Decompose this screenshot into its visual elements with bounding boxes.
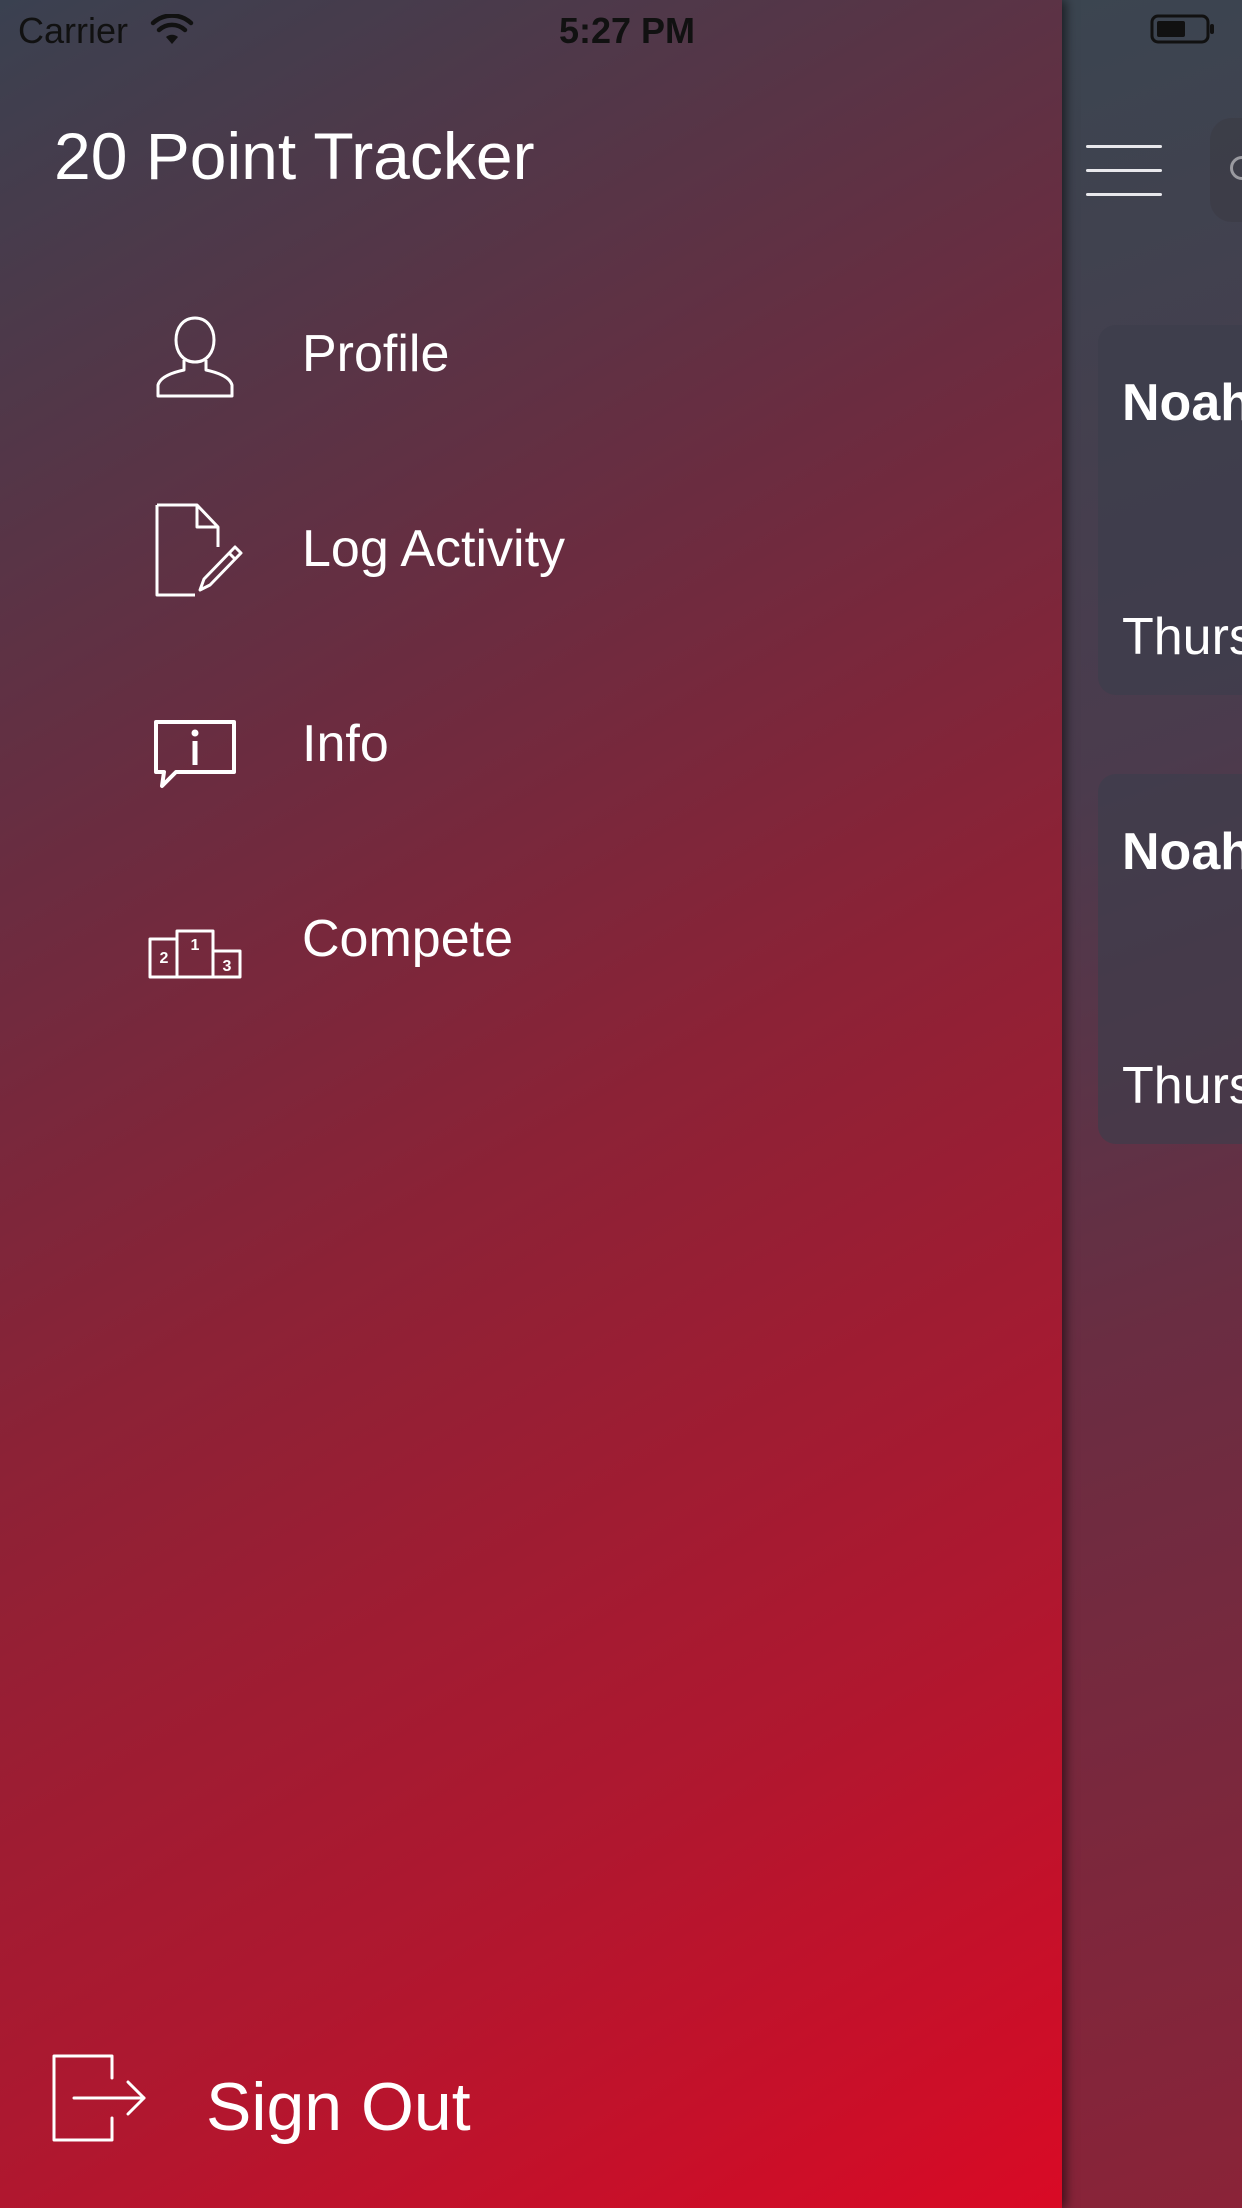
sign-out-icon xyxy=(52,2054,146,2142)
activity-card[interactable]: Noah Thurs xyxy=(1098,774,1242,1144)
menu-item-label: Profile xyxy=(302,325,450,383)
app-root: Noah Thurs Noah Thurs 20 Point Tracker P… xyxy=(0,0,1242,2208)
menu-item-profile[interactable]: Profile xyxy=(140,300,900,430)
battery-icon xyxy=(1150,14,1214,44)
menu-item-label: Compete xyxy=(302,910,513,968)
hamburger-icon[interactable] xyxy=(1086,145,1162,197)
side-menu-drawer: 20 Point Tracker Profile Log Activity In… xyxy=(0,0,1062,2208)
menu-item-label: Info xyxy=(302,715,389,773)
info-bubble-icon xyxy=(154,720,236,788)
menu-item-log-activity[interactable]: Log Activity xyxy=(140,495,900,625)
activity-card[interactable]: Noah Thurs xyxy=(1098,325,1242,695)
clock: 5:27 PM xyxy=(558,10,696,51)
document-edit-icon xyxy=(155,503,243,597)
menu-item-info[interactable]: Info xyxy=(140,690,900,820)
app-title: 20 Point Tracker xyxy=(54,119,535,193)
search-button[interactable] xyxy=(1210,118,1242,222)
sign-out-button[interactable]: Sign Out xyxy=(44,2048,644,2158)
status-bar: Carrier 5:27 PM xyxy=(0,0,1242,60)
main-screen-peek[interactable]: Noah Thurs Noah Thurs xyxy=(1062,0,1242,2208)
svg-text:1: 1 xyxy=(191,937,200,954)
podium-icon: 1 2 3 xyxy=(148,929,242,979)
card-day: Thurs xyxy=(1122,608,1242,666)
person-icon xyxy=(156,316,234,398)
search-icon xyxy=(1230,156,1242,180)
card-day: Thurs xyxy=(1122,1057,1242,1115)
sign-out-label: Sign Out xyxy=(206,2069,471,2145)
svg-text:2: 2 xyxy=(160,950,169,967)
menu-item-compete[interactable]: 1 2 3 Compete xyxy=(140,885,900,1015)
menu-item-label: Log Activity xyxy=(302,520,566,578)
svg-text:3: 3 xyxy=(223,958,232,975)
card-name: Noah xyxy=(1122,823,1242,881)
card-name: Noah xyxy=(1122,374,1242,432)
